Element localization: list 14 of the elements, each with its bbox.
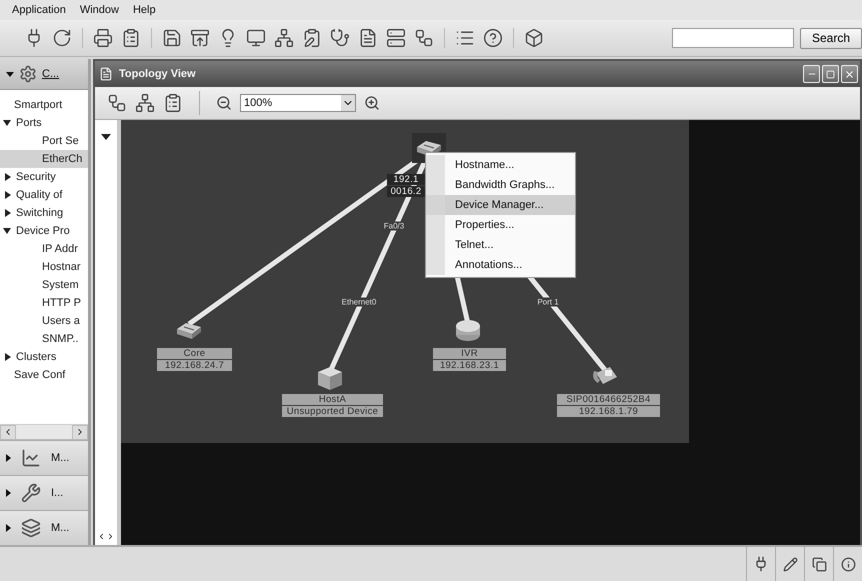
device-label: 192.168.23.1 [433,360,506,371]
device-label: IVR [433,348,506,359]
device-label: 192.168.24.7 [157,360,232,371]
window-title: Topology View [119,68,196,80]
device-label: 0016.2 [387,186,425,197]
device-label: 192.168.1.79 [557,406,660,417]
link-label: Fa0/3 [382,222,406,230]
device-label: Core [157,348,232,359]
link-label: Port 1 [536,298,560,306]
device-label: 192.1 [387,174,425,185]
device-label: SIP0016466252B4 [557,394,660,405]
device-label: Unsupported Device [282,406,383,417]
link-label: Ethernet0 [340,298,378,306]
device-label: HostA [282,394,383,405]
